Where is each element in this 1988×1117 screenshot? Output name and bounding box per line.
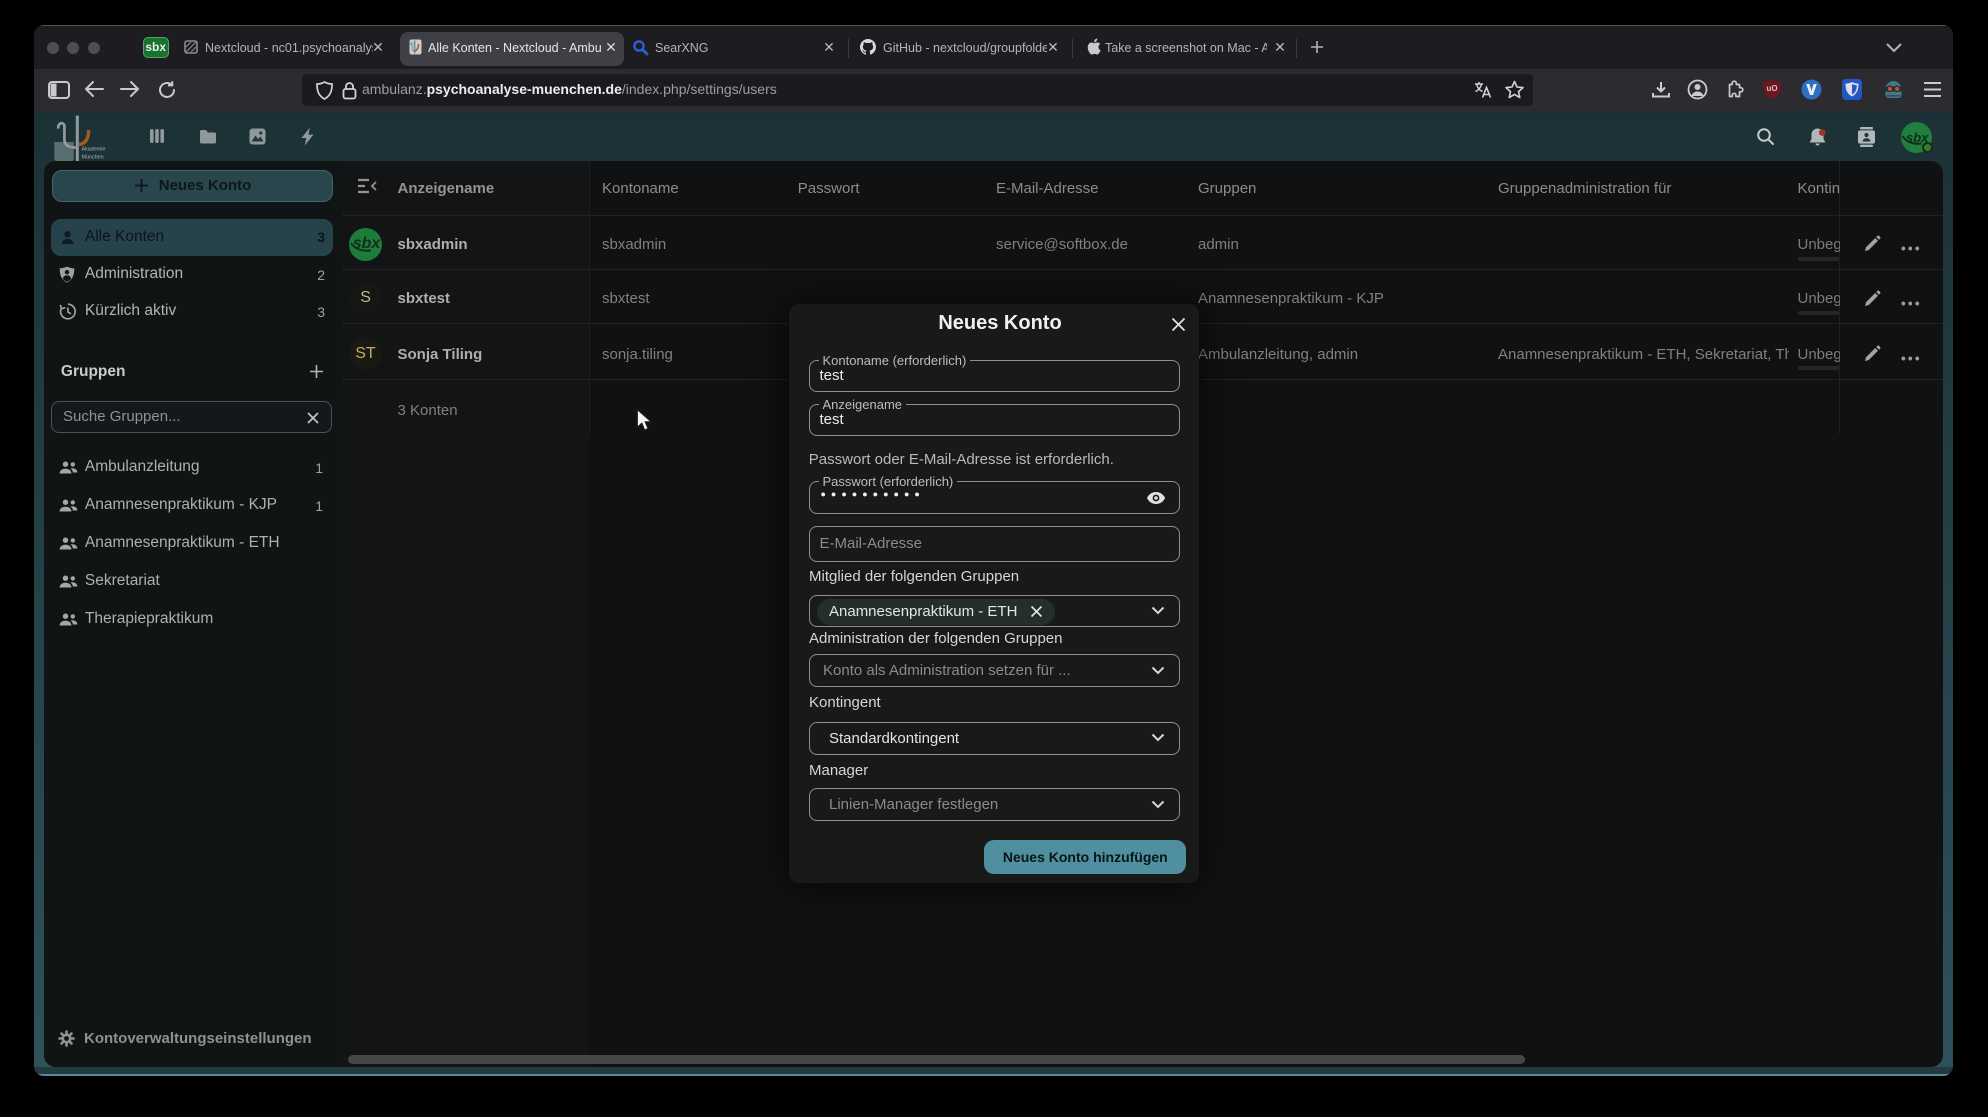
svg-text:Akademie: Akademie (82, 147, 106, 153)
svg-text:München: München (82, 155, 104, 161)
svg-text:uO: uO (1766, 84, 1777, 93)
